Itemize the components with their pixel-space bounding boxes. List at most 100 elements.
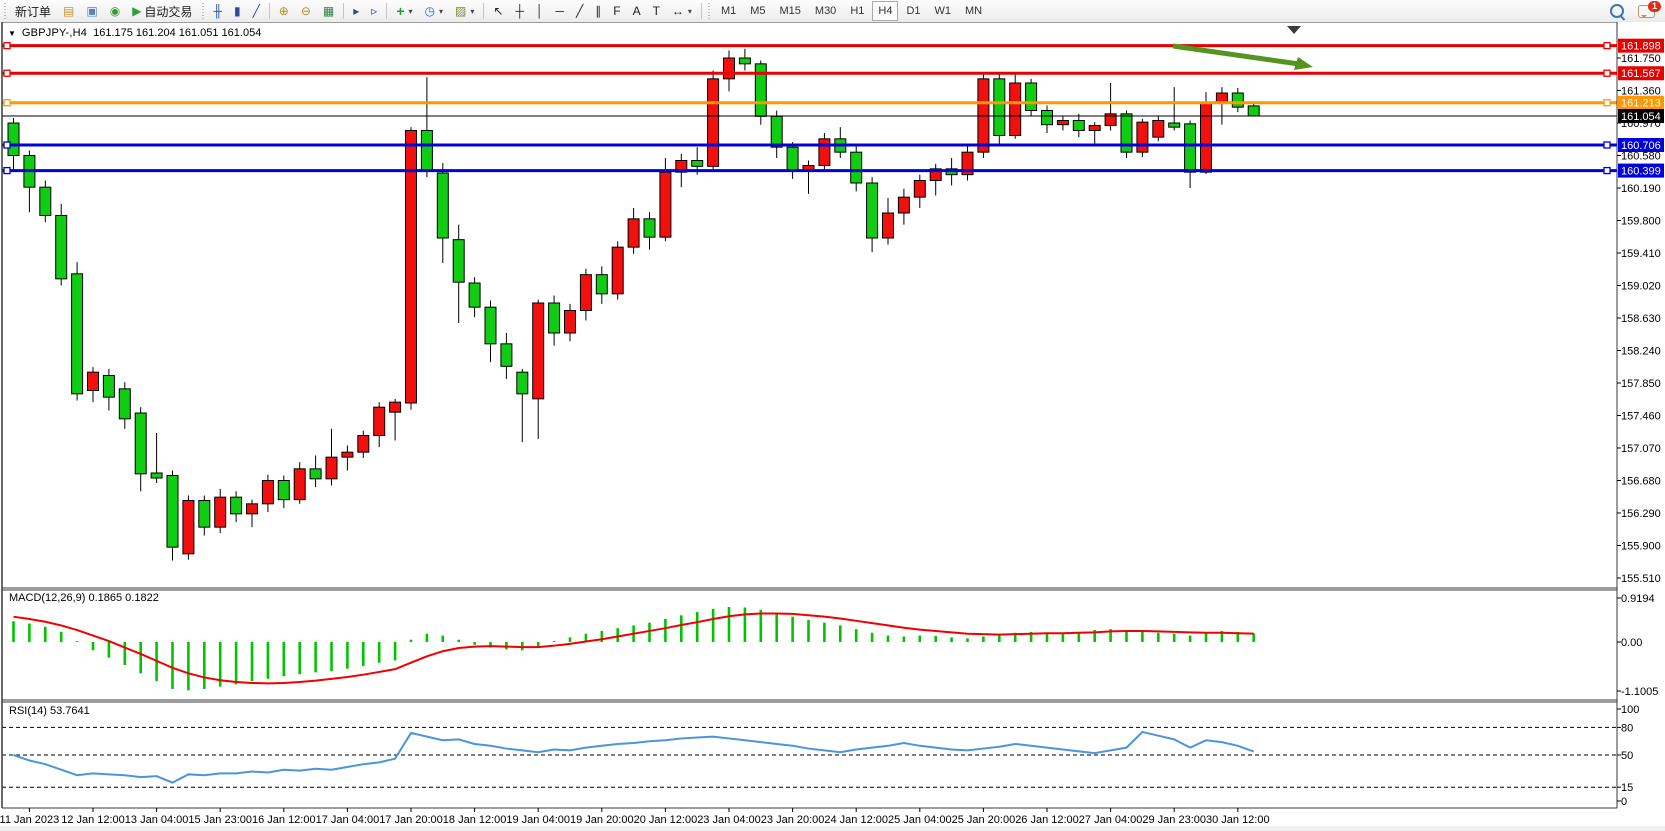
data-window-icon[interactable]: ▣ — [81, 0, 102, 22]
time-axis-label: 17 Jan 04:00 — [316, 814, 380, 826]
candle-bull — [819, 139, 830, 166]
price-tick-label: 155.510 — [1621, 573, 1661, 585]
timeframe-w1[interactable]: W1 — [929, 1, 958, 21]
candle-bear — [501, 344, 512, 366]
line-chart-icon[interactable]: ╱ — [248, 0, 265, 22]
tile-windows-icon[interactable]: ▦ — [318, 0, 339, 22]
candle-bull — [612, 247, 623, 294]
crosshair-icon: ┼ — [515, 5, 524, 17]
toolbar-grip[interactable] — [707, 3, 712, 19]
candle-bear — [40, 187, 51, 215]
price-tick-label: 157.460 — [1621, 410, 1661, 422]
candle-bear — [485, 307, 496, 344]
candle-bull — [326, 457, 337, 479]
price-tick-label: 160.580 — [1621, 150, 1661, 162]
price-tick-label: 160.190 — [1621, 183, 1661, 195]
arrows-icon: ↔ — [672, 5, 684, 17]
line-anchor-handle[interactable] — [1604, 70, 1610, 76]
candle-bull — [724, 58, 735, 79]
chart-shift-icon: ▹ — [371, 5, 377, 17]
line-anchor-handle[interactable] — [4, 100, 10, 106]
chevron-down-icon: ▾ — [439, 7, 443, 16]
price-tick-label: 159.800 — [1621, 215, 1661, 227]
chart-shift-icon[interactable]: ▹ — [366, 0, 382, 22]
fibonacci-icon: F — [613, 5, 620, 17]
timeframe-m15[interactable]: M15 — [774, 1, 807, 21]
templates-icon[interactable]: ▨▾ — [450, 0, 479, 22]
time-axis-label: 17 Jan 20:00 — [379, 814, 443, 826]
auto-scroll-icon[interactable]: ▸ — [348, 0, 364, 22]
chart-window-icon: ▤ — [63, 5, 74, 17]
line-anchor-handle[interactable] — [4, 43, 10, 49]
zoom-in-icon[interactable]: ⊕ — [274, 0, 294, 22]
candle-bear — [1169, 123, 1180, 127]
notifications-icon[interactable]: 1 — [1638, 5, 1655, 18]
auto-trading-button[interactable]: ▶ 自动交易 — [127, 0, 197, 22]
line-anchor-handle[interactable] — [1604, 100, 1610, 106]
rsi-label: RSI(14) 53.7641 — [9, 705, 90, 717]
macd-axis-label: 0.00 — [1621, 637, 1642, 649]
periods-icon[interactable]: ◷▾ — [420, 0, 449, 22]
line-anchor-handle[interactable] — [4, 142, 10, 148]
fibonacci-icon[interactable]: F — [608, 0, 625, 22]
price-tick-label: 159.410 — [1621, 248, 1661, 260]
time-axis-label: 15 Jan 23:00 — [188, 814, 252, 826]
candlestick-chart-icon: ▮ — [234, 5, 241, 17]
candlestick-chart-icon[interactable]: ▮ — [229, 0, 246, 22]
bar-chart-icon[interactable]: ╫ — [208, 0, 227, 22]
horizontal-line-icon[interactable]: ─ — [550, 0, 569, 22]
timeframe-m1[interactable]: M1 — [715, 1, 742, 21]
chart-symbol-period: GBPJPY-,H4 — [22, 27, 87, 39]
macd-label: MACD(12,26,9) 0.1865 0.1822 — [9, 592, 159, 604]
price-tick-label: 158.630 — [1621, 313, 1661, 325]
crosshair-icon[interactable]: ┼ — [510, 0, 529, 22]
zoom-out-icon[interactable]: ⊖ — [296, 0, 316, 22]
candle-bear — [135, 413, 146, 474]
timeframe-m30[interactable]: M30 — [809, 1, 842, 21]
timeframe-mn[interactable]: MN — [959, 1, 988, 21]
line-anchor-handle[interactable] — [4, 70, 10, 76]
timeframe-m5[interactable]: M5 — [744, 1, 771, 21]
chart-window-icon[interactable]: ▤ — [58, 0, 79, 22]
label-icon[interactable]: T — [648, 0, 665, 22]
price-tick-label: 158.240 — [1621, 345, 1661, 357]
navigator-icon: ◉ — [110, 5, 120, 17]
candle-bear — [72, 274, 83, 394]
new-order-button[interactable]: 新订单 — [10, 0, 56, 22]
time-axis-label: 20 Jan 12:00 — [634, 814, 698, 826]
tile-windows-icon: ▦ — [323, 5, 334, 17]
rsi-axis-label: 0 — [1621, 796, 1627, 808]
price-tick-label: 161.360 — [1621, 85, 1661, 97]
arrows-icon[interactable]: ↔▾ — [667, 0, 697, 22]
candle-bull — [390, 402, 401, 412]
text-icon[interactable]: A — [628, 0, 646, 22]
chevron-down-icon: ▾ — [409, 7, 413, 16]
one-click-trading-toggle[interactable]: ▼ — [8, 29, 16, 38]
price-tick-label: 156.290 — [1621, 508, 1661, 520]
channel-icon[interactable]: ∥ — [590, 0, 606, 22]
timeframe-d1[interactable]: D1 — [900, 1, 926, 21]
line-anchor-handle[interactable] — [1604, 168, 1610, 174]
toolbar-grip[interactable] — [200, 3, 205, 19]
line-anchor-handle[interactable] — [1604, 142, 1610, 148]
indicators-icon[interactable]: +▾ — [391, 0, 417, 22]
time-axis-label: 24 Jan 12:00 — [824, 814, 888, 826]
candle-bull — [183, 500, 194, 553]
trendline-icon[interactable]: ╱ — [571, 0, 588, 22]
candle-bull — [215, 497, 226, 527]
time-axis-label: 25 Jan 20:00 — [952, 814, 1016, 826]
time-axis-label: 19 Jan 04:00 — [506, 814, 570, 826]
time-axis-label: 19 Jan 20:00 — [570, 814, 634, 826]
timeframe-h4[interactable]: H4 — [872, 1, 898, 21]
templates-icon: ▨ — [455, 5, 466, 17]
toolbar-grip[interactable] — [2, 3, 7, 19]
rsi-axis-label: 50 — [1621, 750, 1633, 762]
timeframe-h1[interactable]: H1 — [844, 1, 870, 21]
macd-axis-label: 0.9194 — [1621, 593, 1655, 605]
navigator-icon[interactable]: ◉ — [105, 0, 125, 22]
cursor-icon[interactable]: ↖ — [488, 0, 508, 22]
line-anchor-handle[interactable] — [1604, 43, 1610, 49]
line-anchor-handle[interactable] — [4, 168, 10, 174]
vertical-line-icon[interactable]: │ — [531, 0, 549, 22]
search-icon[interactable] — [1610, 4, 1624, 18]
